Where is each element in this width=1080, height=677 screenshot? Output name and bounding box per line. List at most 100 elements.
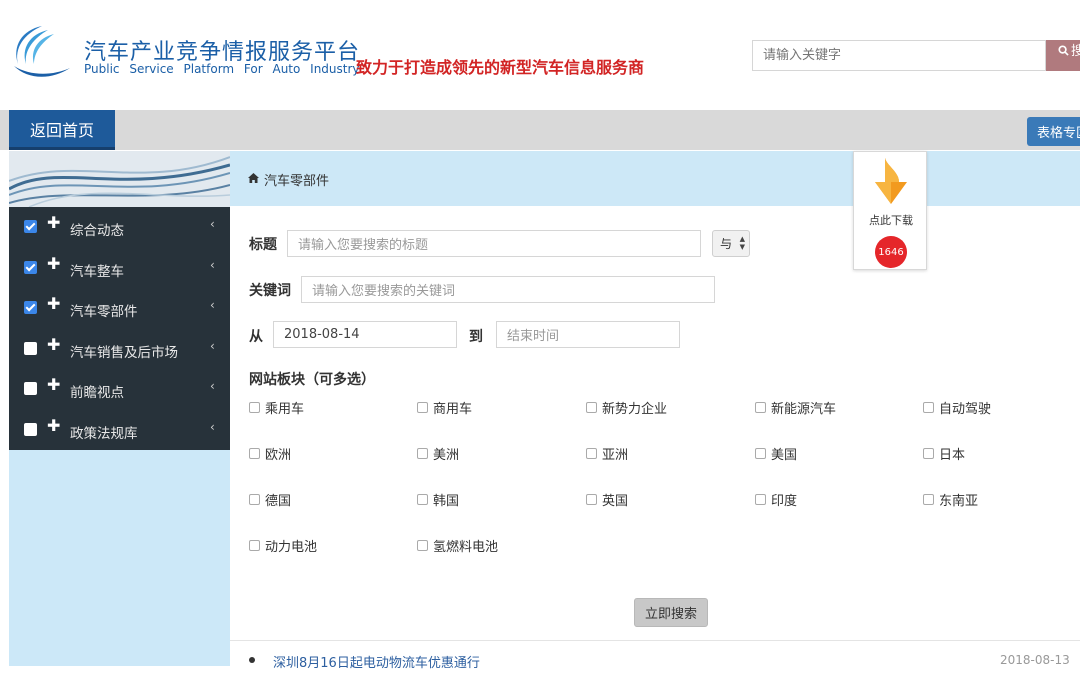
download-arrow-icon bbox=[875, 158, 907, 204]
section-option[interactable]: 英国 bbox=[586, 490, 628, 509]
keyword-label: 关键词 bbox=[249, 283, 291, 299]
option-label: 英国 bbox=[602, 494, 629, 509]
logo-subtitle: Public Service Platform For Auto Industr… bbox=[84, 62, 360, 76]
result-link[interactable]: 深圳8月16日起电动物流车优惠通行 bbox=[273, 652, 480, 671]
sidebar-item-vehicles[interactable]: ✚ 汽车整车 ‹ bbox=[9, 248, 230, 289]
section-option[interactable]: 新能源汽车 bbox=[755, 398, 836, 417]
checkbox[interactable] bbox=[586, 494, 597, 505]
search-button[interactable]: 搜索 bbox=[1046, 40, 1080, 71]
checkbox[interactable] bbox=[417, 494, 428, 505]
chevron-left-icon: ‹ bbox=[210, 298, 215, 312]
checkbox[interactable] bbox=[755, 448, 766, 459]
sidebar-item-general-news[interactable]: ✚ 综合动态 ‹ bbox=[9, 207, 230, 248]
search-icon bbox=[1058, 45, 1069, 56]
search-now-button[interactable]: 立即搜索 bbox=[634, 598, 708, 627]
checkbox[interactable] bbox=[249, 494, 260, 505]
sidebar-item-auto-parts[interactable]: ✚ 汽车零部件 ‹ bbox=[9, 288, 230, 329]
plus-icon: ✚ bbox=[47, 415, 61, 435]
section-option[interactable]: 自动驾驶 bbox=[923, 398, 991, 417]
sidebar-item-sales-aftermarket[interactable]: ✚ 汽车销售及后市场 ‹ bbox=[9, 329, 230, 370]
sidebar-item-label: 综合动态 bbox=[70, 223, 124, 239]
sidebar-item-label: 汽车整车 bbox=[70, 263, 124, 280]
section-option[interactable]: 乘用车 bbox=[249, 398, 304, 417]
sidebar-item-label: 汽车零部件 bbox=[70, 304, 138, 320]
option-label: 日本 bbox=[939, 448, 966, 463]
option-label: 氢燃料电池 bbox=[433, 540, 499, 555]
slogan: 致力于打造成领先的新型汽车信息服务商 bbox=[356, 58, 645, 77]
chevron-left-icon: ‹ bbox=[210, 257, 215, 272]
option-label: 德国 bbox=[265, 494, 292, 509]
plus-icon: ✚ bbox=[47, 334, 61, 354]
section-option[interactable]: 德国 bbox=[249, 490, 291, 509]
checkbox[interactable] bbox=[923, 494, 934, 505]
search-button-label: 搜索 bbox=[1071, 44, 1080, 59]
sidebar-item-label: 政策法规库 bbox=[70, 425, 138, 442]
and-or-select[interactable]: 与 ▲ ▼ bbox=[712, 230, 750, 257]
option-label: 东南亚 bbox=[939, 494, 979, 509]
sidebar-banner bbox=[9, 151, 230, 207]
option-label: 印度 bbox=[771, 494, 798, 509]
breadcrumb-current: 汽车零部件 bbox=[264, 174, 330, 189]
section-option[interactable]: 动力电池 bbox=[249, 536, 317, 555]
sidebar-item-label: 汽车销售及后市场 bbox=[70, 344, 178, 361]
search-input[interactable] bbox=[752, 40, 1046, 71]
checkbox[interactable] bbox=[417, 540, 428, 551]
section-option[interactable]: 日本 bbox=[923, 444, 965, 463]
plus-icon: ✚ bbox=[47, 294, 61, 313]
end-date-input[interactable]: 结束时间 bbox=[496, 321, 680, 348]
list-item: 深圳8月16日起电动物流车优惠通行 2018-08-13 bbox=[230, 650, 1080, 672]
title-input[interactable]: 请输入您要搜索的标题 bbox=[287, 230, 701, 257]
option-label: 欧洲 bbox=[265, 448, 292, 463]
checkbox[interactable] bbox=[923, 448, 934, 459]
checkbox[interactable] bbox=[24, 382, 37, 395]
section-option[interactable]: 东南亚 bbox=[923, 490, 978, 509]
sidebar-item-outlook[interactable]: ✚ 前瞻视点 ‹ bbox=[9, 369, 230, 410]
section-option[interactable]: 氢燃料电池 bbox=[417, 536, 498, 555]
checkbox[interactable] bbox=[24, 422, 37, 436]
start-date-input[interactable]: 2018-08-14 bbox=[273, 321, 457, 348]
checkbox[interactable] bbox=[417, 402, 428, 413]
checkbox[interactable] bbox=[24, 220, 37, 233]
navbar: 返回首页 表格专区 bbox=[0, 110, 1080, 150]
checkbox[interactable] bbox=[24, 301, 37, 314]
checkbox[interactable] bbox=[249, 448, 260, 459]
section-option[interactable]: 新势力企业 bbox=[586, 398, 667, 417]
home-button[interactable]: 返回首页 bbox=[9, 110, 115, 150]
download-count-badge: 1646 bbox=[875, 236, 907, 268]
result-date: 2018-08-13 bbox=[1000, 653, 1070, 667]
section-option[interactable]: 欧洲 bbox=[249, 444, 291, 463]
section-option[interactable]: 美洲 bbox=[417, 444, 459, 463]
option-label: 美国 bbox=[771, 448, 798, 463]
checkbox[interactable] bbox=[417, 448, 428, 459]
keyword-input[interactable]: 请输入您要搜索的关键词 bbox=[301, 276, 715, 303]
sidebar-item-policy[interactable]: ✚ 政策法规库 ‹ bbox=[9, 410, 230, 451]
checkbox[interactable] bbox=[586, 402, 597, 413]
home-icon bbox=[248, 173, 259, 183]
option-label: 亚洲 bbox=[602, 448, 629, 463]
section-option[interactable]: 韩国 bbox=[417, 490, 459, 509]
section-option[interactable]: 商用车 bbox=[417, 398, 472, 417]
option-label: 自动驾驶 bbox=[939, 402, 992, 417]
select-arrows-icon: ▲ ▼ bbox=[739, 235, 745, 251]
section-option[interactable]: 印度 bbox=[755, 490, 797, 509]
checkbox[interactable] bbox=[249, 402, 260, 413]
checkbox[interactable] bbox=[586, 448, 597, 459]
plus-icon: ✚ bbox=[47, 213, 61, 232]
checkbox[interactable] bbox=[249, 540, 260, 551]
checkbox[interactable] bbox=[24, 341, 37, 355]
plus-icon: ✚ bbox=[47, 375, 61, 394]
title-label: 标题 bbox=[249, 237, 277, 253]
checkbox[interactable] bbox=[24, 260, 37, 274]
section-option[interactable]: 美国 bbox=[755, 444, 797, 463]
download-widget[interactable]: 点此下载 1646 bbox=[853, 151, 927, 270]
checkbox[interactable] bbox=[755, 402, 766, 413]
option-label: 乘用车 bbox=[265, 402, 305, 417]
plus-icon: ✚ bbox=[47, 253, 61, 273]
logo-swirl-icon bbox=[14, 26, 70, 77]
checkbox[interactable] bbox=[923, 402, 934, 413]
section-option[interactable]: 亚洲 bbox=[586, 444, 628, 463]
table-section-button[interactable]: 表格专区 bbox=[1027, 117, 1080, 146]
checkbox[interactable] bbox=[755, 494, 766, 505]
option-label: 新能源汽车 bbox=[771, 402, 837, 417]
chevron-left-icon: ‹ bbox=[210, 217, 215, 231]
